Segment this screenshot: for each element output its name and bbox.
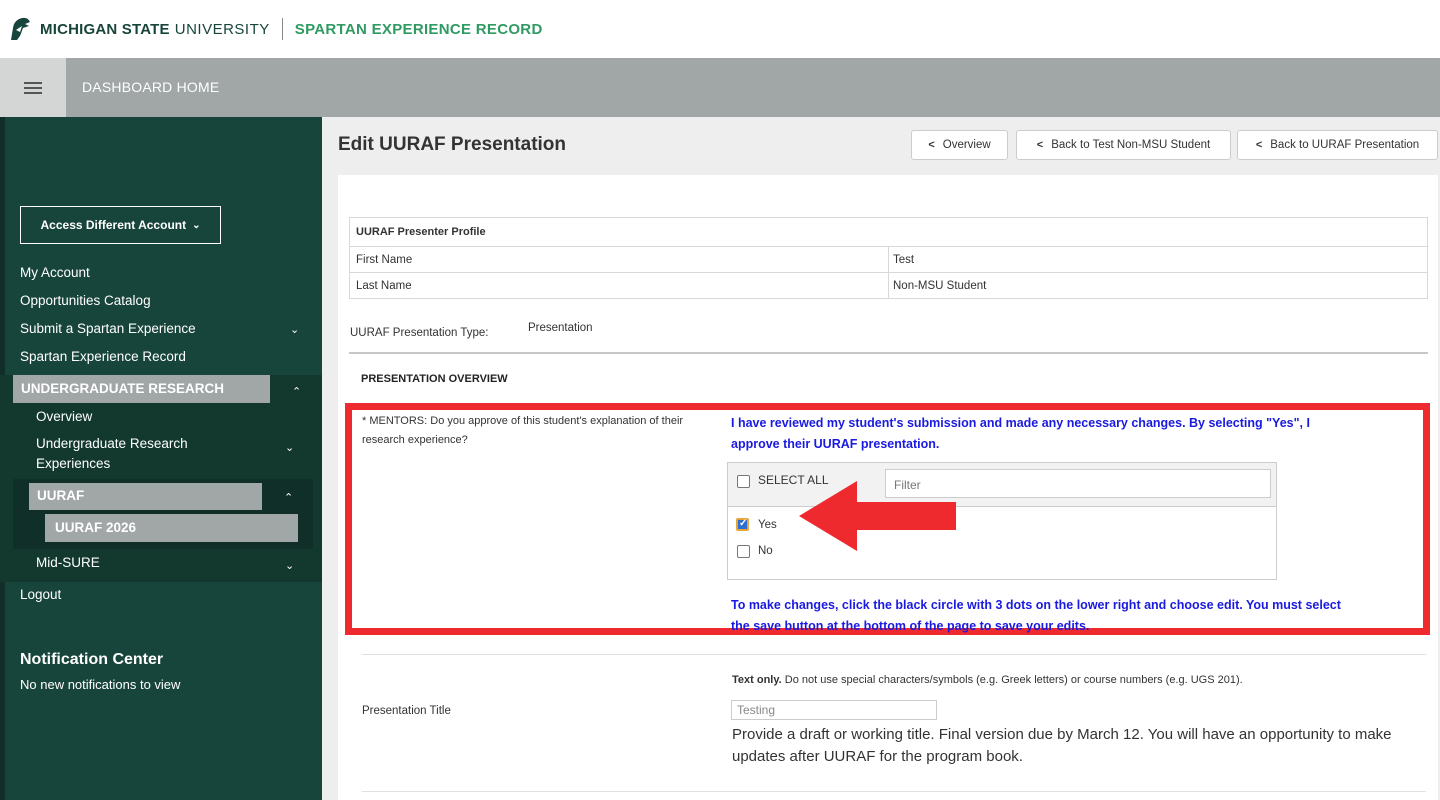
- table-row: Last Name Non-MSU Student: [350, 272, 1427, 298]
- last-name-value: Non-MSU Student: [893, 279, 987, 292]
- back-to-student-button[interactable]: < Back to Test Non-MSU Student: [1016, 130, 1231, 160]
- presenter-profile-table: UURAF Presenter Profile First Name Test …: [349, 217, 1428, 299]
- approval-instruction-line2: approve their UURAF presentation.: [731, 437, 940, 451]
- edit-instruction-line2: the save button at the bottom of the pag…: [731, 619, 1090, 633]
- sidebar-item-overview[interactable]: Overview: [36, 409, 92, 424]
- back-to-presentation-button[interactable]: < Back to UURAF Presentation: [1237, 130, 1438, 160]
- first-name-value: Test: [893, 253, 915, 266]
- chevron-left-icon: <: [1255, 139, 1263, 151]
- yes-checkbox[interactable]: [736, 518, 749, 531]
- chevron-up-icon[interactable]: ⌃: [284, 491, 293, 504]
- sidebar-item-ur-experiences[interactable]: Undergraduate Research: [36, 436, 188, 451]
- overview-button-label: Overview: [942, 139, 991, 151]
- chevron-down-icon[interactable]: ⌄: [285, 441, 294, 454]
- spartan-helmet-icon: [11, 17, 30, 40]
- hamburger-menu-button[interactable]: [0, 58, 66, 117]
- divider: [362, 654, 1426, 655]
- chevron-up-icon[interactable]: ⌃: [292, 385, 301, 398]
- first-name-label: First Name: [350, 247, 889, 272]
- overview-button[interactable]: < Overview: [911, 130, 1008, 160]
- title-guidance: Text only. Do not use special characters…: [732, 674, 1243, 686]
- brand-divider: [281, 18, 283, 40]
- sidebar-item-record[interactable]: Spartan Experience Record: [20, 349, 186, 364]
- notification-center-title: Notification Center: [20, 651, 164, 668]
- chevron-down-icon[interactable]: ⌄: [290, 323, 299, 336]
- brand-ser[interactable]: SPARTAN EXPERIENCE RECORD: [295, 21, 543, 38]
- table-row: First Name Test: [350, 246, 1427, 272]
- approval-instruction-line1: I have reviewed my student's submission …: [731, 416, 1310, 430]
- presentation-title-input[interactable]: Testing: [731, 700, 937, 720]
- sidebar-item-submit[interactable]: Submit a Spartan Experience: [20, 321, 196, 336]
- presentation-title-help: Provide a draft or working title. Final …: [732, 726, 1392, 765]
- form-card: UURAF Presenter Profile First Name Test …: [338, 175, 1438, 800]
- chevron-left-icon: <: [928, 139, 935, 151]
- back-to-presentation-label: Back to UURAF Presentation: [1270, 139, 1420, 151]
- option-no-label[interactable]: No: [758, 545, 773, 557]
- sidebar-item-undergrad-research[interactable]: UNDERGRADUATE RESEARCH: [13, 375, 270, 403]
- edit-instruction-line1: To make changes, click the black circle …: [731, 598, 1341, 612]
- select-all-checkbox[interactable]: [737, 475, 750, 488]
- back-to-student-label: Back to Test Non-MSU Student: [1051, 139, 1211, 151]
- sidebar-item-opportunities[interactable]: Opportunities Catalog: [20, 293, 151, 308]
- chevron-left-icon: <: [1036, 139, 1044, 151]
- title-guidance-bold: Text only.: [732, 674, 782, 686]
- presentation-overview-panel: PRESENTATION OVERVIEW * MENTORS: Do you …: [345, 352, 1430, 800]
- presentation-overview-header: PRESENTATION OVERVIEW: [361, 373, 508, 385]
- notification-empty-text: No new notifications to view: [20, 677, 181, 692]
- sidebar: Access Different Account ⌄ My Account Op…: [0, 117, 322, 800]
- option-yes-label[interactable]: Yes: [758, 519, 777, 531]
- mentor-approval-question: * MENTORS: Do you approve of this studen…: [362, 415, 684, 446]
- last-name-label: Last Name: [350, 273, 889, 298]
- hamburger-icon: [24, 81, 42, 94]
- chevron-down-icon: ⌄: [192, 219, 201, 231]
- sidebar-item-uuraf-2026[interactable]: UURAF 2026: [45, 514, 298, 542]
- profile-header: UURAF Presenter Profile: [356, 226, 486, 238]
- main-content: Edit UURAF Presentation < Overview < Bac…: [322, 117, 1440, 800]
- brand-university: UNIVERSITY: [174, 20, 270, 38]
- sidebar-item-my-account[interactable]: My Account: [20, 265, 90, 280]
- sidebar-item-uuraf[interactable]: UURAF: [29, 483, 262, 510]
- site-header: MICHIGAN STATE UNIVERSITY SPARTAN EXPERI…: [0, 0, 1440, 58]
- title-guidance-text: Do not use special characters/symbols (e…: [781, 674, 1243, 686]
- brand-msu: MICHIGAN STATE: [40, 20, 170, 38]
- sidebar-item-ur-experiences-line2[interactable]: Experiences: [36, 456, 110, 471]
- presentation-type-value: Presentation: [528, 322, 593, 334]
- access-different-account-button[interactable]: Access Different Account ⌄: [20, 206, 221, 244]
- dashboard-home-link[interactable]: DASHBOARD HOME: [82, 79, 219, 95]
- sidebar-item-logout[interactable]: Logout: [20, 587, 61, 602]
- access-account-label: Access Different Account: [40, 218, 187, 232]
- presentation-type-label: UURAF Presentation Type:: [350, 327, 489, 339]
- nav-bar: DASHBOARD HOME: [0, 58, 1440, 117]
- presentation-title-label: Presentation Title: [362, 705, 451, 717]
- red-arrow-icon: [799, 481, 956, 551]
- divider: [362, 791, 1426, 792]
- no-checkbox[interactable]: [737, 545, 750, 558]
- page-title: Edit UURAF Presentation: [338, 134, 567, 155]
- sidebar-item-mid-sure[interactable]: Mid-SURE: [36, 555, 100, 570]
- chevron-down-icon[interactable]: ⌄: [285, 559, 294, 572]
